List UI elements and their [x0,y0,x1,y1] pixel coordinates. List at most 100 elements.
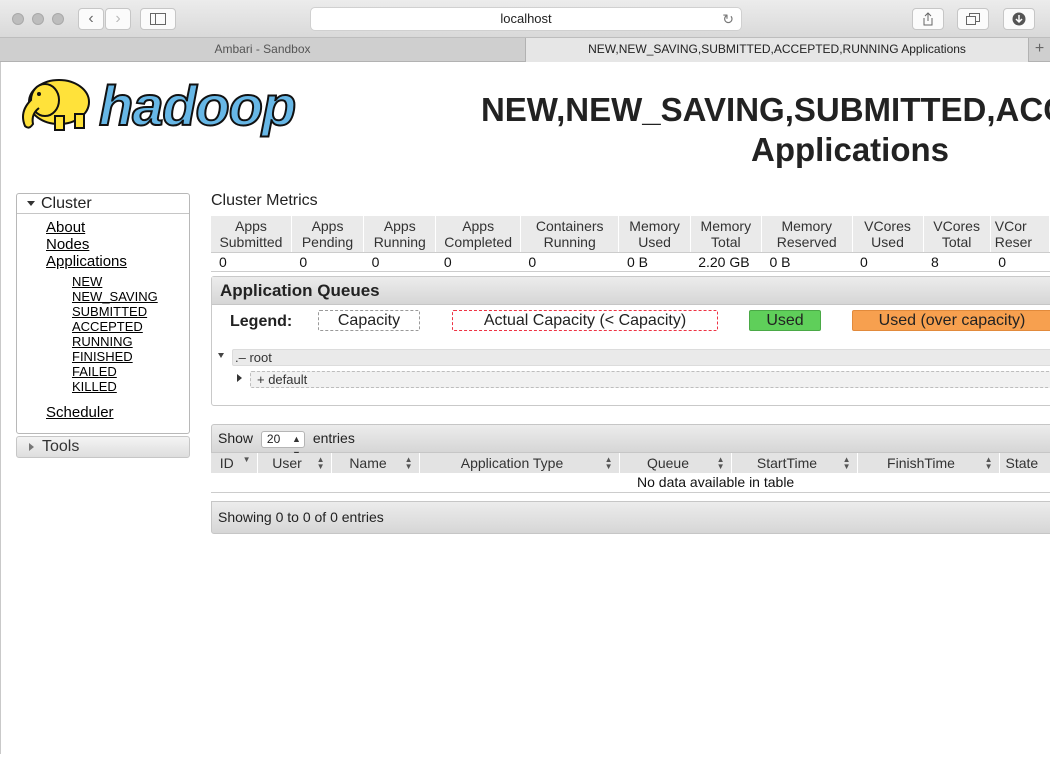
share-button[interactable] [912,8,944,30]
downloads-button[interactable] [1003,8,1035,30]
nav-applications[interactable]: Applications [46,253,127,270]
tab-label: NEW,NEW_SAVING,SUBMITTED,ACCEPTED,RUNNIN… [588,42,966,56]
nav-state-finished[interactable]: FINISHED [72,349,133,364]
metric-header: Apps Running [363,216,437,253]
nav-state-accepted[interactable]: ACCEPTED [72,319,143,334]
metric-header: Memory Used [618,216,691,253]
legend-label: Legend: [230,313,293,330]
applications-table-controls: Show 20▲▼ entries [211,424,1050,459]
metric-value: 0 [211,252,292,272]
address-bar[interactable]: localhost ↻ [310,7,742,31]
tab-applications[interactable]: NEW,NEW_SAVING,SUBMITTED,ACCEPTED,RUNNIN… [525,38,1029,62]
download-icon [1012,12,1026,26]
minimize-window-button[interactable] [32,13,44,25]
share-icon [923,12,933,26]
metric-value: 0 B [618,252,691,272]
applications-header-row: ID ▼ User ▲ ▼ Name ▲ ▼ Application Type ▲ ▼ Que… [211,453,1050,473]
metric-value: 0 [291,252,364,272]
column-header-state[interactable]: State [999,453,1050,473]
tools-nav[interactable]: Tools [16,436,190,458]
column-header-finishtime[interactable]: FinishTime ▲ ▼ [857,453,1000,473]
column-header-application-type[interactable]: Application Type ▲ ▼ [419,453,620,473]
sidebar-toggle-button[interactable] [140,8,176,30]
legend-used-over-capacity: Used (over capacity) [852,310,1050,331]
cluster-metrics-title: Cluster Metrics [211,192,318,209]
metric-header: VCores Total [923,216,991,253]
metric-value: 0 [363,252,436,272]
metrics-header-row: Apps Submitted Apps Pending Apps Running Ap… [211,216,1050,253]
tabs-overview-button[interactable] [957,8,989,30]
page-title-line1: NEW,NEW_SAVING,SUBMITTED,ACCE [480,91,1050,128]
table-info: Showing 0 to 0 of 0 entries [211,500,1050,534]
sort-icon: ▲ ▼ [984,455,993,471]
column-header-id[interactable]: ID ▼ [211,453,258,473]
browser-toolbar: ‹ › localhost ↻ [0,0,1050,38]
metric-value: 0 [435,252,521,272]
metric-value: 0 [990,252,1050,272]
queue-root[interactable]: .– root [232,349,1050,366]
expand-default-icon[interactable] [237,374,242,382]
metric-value: 0 B [761,252,853,272]
tab-ambari[interactable]: Ambari - Sandbox [0,38,525,62]
legend-used: Used [749,310,821,331]
page-size-select[interactable]: 20▲▼ [260,430,305,459]
tab-bar: Ambari - Sandbox NEW,NEW_SAVING,SUBMITTE… [0,38,1050,62]
triangle-down-icon [27,201,35,207]
nav-state-killed[interactable]: KILLED [72,379,117,394]
tab-label: Ambari - Sandbox [214,42,311,56]
sidebar-icon [150,13,166,25]
new-tab-button[interactable]: + [1028,38,1050,62]
sort-icon: ▲ ▼ [404,455,413,471]
nav-scheduler[interactable]: Scheduler [46,404,114,421]
nav-state-new-saving[interactable]: NEW_SAVING [72,289,158,304]
nav-state-running[interactable]: RUNNING [72,334,133,349]
page-title-line2: Applications [750,131,950,168]
cluster-metrics-table: Apps Submitted Apps Pending Apps Running Ap… [211,216,1050,272]
nav-nodes[interactable]: Nodes [46,236,89,253]
page-content: hadoop NEW,NEW_SAVING,SUBMITTED,ACCE App… [0,62,1050,754]
metric-header: Apps Submitted [211,216,292,253]
sort-icon: ▲ ▼ [716,455,725,471]
triangle-right-icon [29,442,34,451]
queue-default[interactable]: + default [250,371,1050,388]
cluster-label: Cluster [41,195,92,212]
column-header-starttime[interactable]: StartTime ▲ ▼ [731,453,858,473]
entries-label: entries [312,430,355,446]
metric-value: 0 [852,252,924,272]
no-data-message: No data available in table [211,473,1050,493]
close-window-button[interactable] [12,13,24,25]
sort-icon: ▲ ▼ [316,455,325,471]
applications-table: ID ▼ User ▲ ▼ Name ▲ ▼ Application Type ▲ ▼ Que… [211,453,1050,493]
sort-icon: ▲ ▼ [604,455,613,471]
table-row: No data available in table [211,473,1050,493]
chevron-right-icon: › [115,10,121,27]
application-queues-title: Application Queues [212,277,1050,305]
reload-icon[interactable]: ↻ [722,8,734,30]
column-header-name[interactable]: Name ▲ ▼ [331,453,420,473]
metrics-value-row: 0 0 0 0 0 0 B 2.20 GB 0 B 0 8 0 [211,252,1050,272]
sort-icon: ▼ [242,455,251,464]
back-button[interactable]: ‹ [78,8,104,30]
applications-panel: Show 20▲▼ entries ID▼ User▲▼ Name▲▼ Appl… [211,424,1050,534]
tabs-icon [966,13,980,25]
metric-value: 2.20 GB [690,252,762,272]
cluster-nav-header[interactable]: Cluster [17,194,189,214]
metric-value: 0 [520,252,619,272]
metric-header: Memory Reserved [761,216,853,253]
nav-state-failed[interactable]: FAILED [72,364,117,379]
tools-label: Tools [42,438,80,455]
legend-actual-capacity: Actual Capacity (< Capacity) [452,310,718,331]
cluster-nav: Cluster About Nodes Applications NEW NEW… [16,193,190,434]
show-label: Show [218,430,254,446]
hadoop-logo[interactable]: hadoop [17,70,317,142]
zoom-window-button[interactable] [52,13,64,25]
forward-button[interactable]: › [105,8,131,30]
column-header-user[interactable]: User ▲ ▼ [257,453,332,473]
column-header-queue[interactable]: Queue ▲ ▼ [619,453,732,473]
metric-header: VCor Reser [990,216,1050,253]
collapse-root-icon[interactable] [218,353,224,358]
nav-state-submitted[interactable]: SUBMITTED [72,304,147,319]
nav-state-new[interactable]: NEW [72,274,102,289]
metric-header: Containers Running [520,216,620,253]
nav-about[interactable]: About [46,219,85,236]
